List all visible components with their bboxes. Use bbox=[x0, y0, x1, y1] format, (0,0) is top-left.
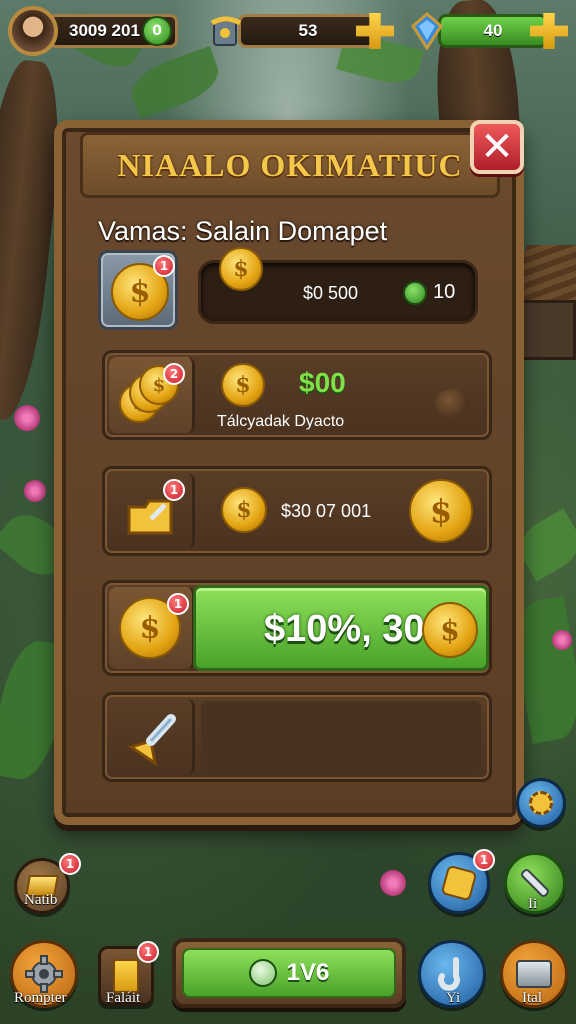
crystal-shovel-icon bbox=[125, 711, 181, 771]
notification-badge: 1 bbox=[59, 853, 81, 875]
coins-add-badge[interactable]: 0 bbox=[142, 16, 172, 46]
hook-icon bbox=[438, 957, 460, 991]
coins-value: 3009 201 bbox=[69, 21, 140, 40]
coin-icon: $ bbox=[219, 247, 263, 291]
folder-icon bbox=[127, 497, 175, 537]
panel-title: NIAALO OKIMATIUC bbox=[117, 146, 463, 183]
wrench-icon bbox=[519, 867, 551, 899]
puzzle-button[interactable]: 1 bbox=[428, 849, 495, 914]
shop-row-folder[interactable]: 1 $ $30 07 001 $ bbox=[102, 466, 492, 556]
pouch-icon bbox=[435, 389, 469, 417]
notification-badge: 1 bbox=[137, 941, 159, 963]
row-amount: $30 07 001 bbox=[281, 501, 372, 521]
close-button[interactable]: ✕ bbox=[470, 120, 524, 174]
shop-panel: NIAALO OKIMATIUC ✕ Vamas: Salain Domapet… bbox=[54, 120, 524, 825]
close-icon: ✕ bbox=[480, 124, 514, 170]
coins-hud: 3009 201 0 bbox=[8, 6, 178, 56]
offer-price: $10%, 30 bbox=[264, 608, 425, 650]
shop-row-empty[interactable] bbox=[102, 692, 492, 782]
row-icon-slot bbox=[109, 699, 195, 775]
gems-value: 40 bbox=[483, 21, 503, 40]
settings-label: Rompter bbox=[14, 990, 67, 1006]
treasure-chest-label: Ital bbox=[522, 990, 542, 1006]
balance-amount: $0 500 bbox=[303, 283, 359, 303]
gear-shortcut-button[interactable] bbox=[516, 778, 566, 828]
notification-badge: 2 bbox=[163, 363, 185, 385]
tools-label: Ii bbox=[528, 896, 538, 912]
empty-slot bbox=[201, 701, 481, 775]
gem-count: 10 bbox=[433, 281, 456, 303]
notification-badge: 1 bbox=[473, 849, 495, 871]
row-icon-slot: $ $ $ 2 bbox=[109, 357, 195, 433]
gear-icon bbox=[25, 955, 63, 993]
panel-subtitle: Vamas: Salain Domapet bbox=[98, 216, 388, 246]
quest-book-label: Faláit bbox=[106, 990, 141, 1006]
main-action-button[interactable]: 1V6 bbox=[172, 938, 406, 1008]
shop-row-coin-stack[interactable]: $ $ $ 2 $ $00 Tálcyadak Dyacto bbox=[102, 350, 492, 440]
inventory-label: Natib bbox=[24, 892, 58, 908]
coin-icon: $ bbox=[422, 602, 478, 658]
main-action-text: 1V6 bbox=[286, 959, 330, 986]
leaf-icon bbox=[248, 959, 277, 987]
row-icon-slot: $ 1 bbox=[109, 587, 195, 669]
balance-display: $ $0 500 10 bbox=[198, 247, 478, 324]
row-icon-slot: 1 bbox=[109, 473, 195, 549]
gem-icon bbox=[410, 12, 444, 51]
coin-icon: $ bbox=[221, 487, 267, 533]
coin-icon: $ bbox=[221, 363, 265, 407]
cog-icon bbox=[529, 791, 553, 815]
row-label: Tálcyadak Dyacto bbox=[217, 413, 345, 430]
player-avatar[interactable] bbox=[8, 6, 58, 56]
chest-icon bbox=[516, 960, 552, 988]
notification-badge: 1 bbox=[163, 479, 185, 501]
coin-item-slot[interactable]: $ 1 bbox=[98, 250, 178, 330]
hook-label: Yi bbox=[446, 990, 461, 1006]
center-value: 53 bbox=[298, 21, 318, 40]
book-icon bbox=[113, 959, 139, 993]
row-price: $00 bbox=[299, 367, 346, 398]
puzzle-icon bbox=[440, 864, 478, 902]
buy-offer-button[interactable]: $10%, 30 $ bbox=[193, 585, 489, 671]
center-hud: 53 bbox=[208, 8, 394, 54]
notification-badge: 1 bbox=[167, 593, 189, 615]
shop-row-offer[interactable]: $ 1 $10%, 30 $ bbox=[102, 580, 492, 676]
green-gem-icon bbox=[403, 281, 427, 305]
notification-badge: 1 bbox=[153, 255, 175, 277]
panel-header: NIAALO OKIMATIUC bbox=[80, 132, 500, 198]
large-coin-icon: $ bbox=[409, 479, 473, 543]
gems-hud: 40 bbox=[410, 8, 568, 54]
scroll-icon bbox=[208, 13, 244, 49]
